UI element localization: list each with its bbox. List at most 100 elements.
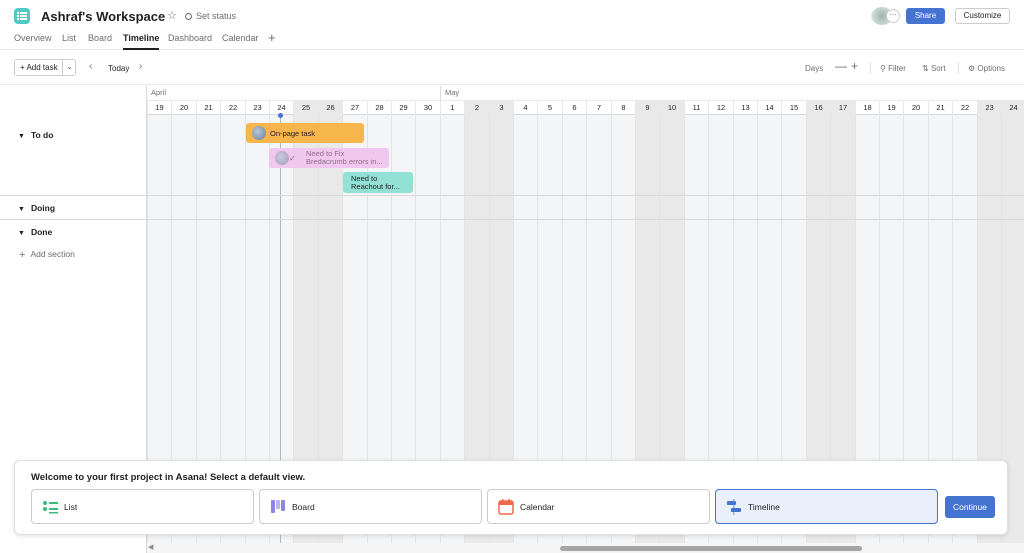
customize-button[interactable]: Customize <box>955 8 1010 24</box>
project-title[interactable]: Ashraf's Workspace <box>41 9 165 24</box>
timeline-toolbar: + Add task ⌄ ‹ Today › Days — + ⚲ Filter… <box>0 51 1024 85</box>
tab-board[interactable]: Board <box>88 33 112 50</box>
filter-button[interactable]: ⚲ Filter <box>880 64 906 73</box>
add-tab-plus-icon[interactable]: + <box>268 30 276 45</box>
day-header-cell: 5 <box>537 101 562 115</box>
view-option-calendar[interactable]: Calendar <box>487 489 710 524</box>
view-option-list[interactable]: List <box>31 489 254 524</box>
tab-list[interactable]: List <box>62 33 76 50</box>
add-section-button[interactable]: + Add section <box>19 249 75 261</box>
day-header-cell: 19 <box>147 101 171 115</box>
triangle-down-icon[interactable]: ▼ <box>18 133 25 140</box>
day-header-cell: 16 <box>806 101 830 115</box>
welcome-panel: Welcome to your first project in Asana! … <box>14 460 1008 535</box>
add-task-button[interactable]: + Add task ⌄ <box>14 59 76 76</box>
calendar-icon <box>498 499 514 515</box>
today-button[interactable]: Today <box>108 64 129 73</box>
day-header-cell: 20 <box>171 101 196 115</box>
sort-icon: ⇅ <box>922 64 931 73</box>
day-header-cell: 8 <box>611 101 635 115</box>
day-header-cell: 21 <box>928 101 952 115</box>
day-header-cell: 23 <box>245 101 269 115</box>
view-option-timeline[interactable]: Timeline <box>715 489 938 524</box>
customize-label: Customize <box>963 11 1002 20</box>
section-label: To do <box>30 130 54 140</box>
app-window: Ashraf's Workspace ⌄ ☆ Set status Overvi… <box>0 0 1024 553</box>
zoom-in-icon[interactable]: + <box>851 59 858 73</box>
day-header-cell: 29 <box>391 101 415 115</box>
day-header-cell: 23 <box>977 101 1001 115</box>
day-header-cell: 9 <box>635 101 659 115</box>
view-option-board[interactable]: Board <box>259 489 482 524</box>
share-button[interactable]: Share <box>906 8 945 24</box>
day-header-cell: 1 <box>440 101 464 115</box>
day-header-cell: 11 <box>684 101 708 115</box>
horizontal-scrollbar[interactable]: ◀ <box>147 543 1024 553</box>
zoom-out-icon[interactable]: — <box>835 59 847 73</box>
section-label: Done <box>30 227 53 237</box>
divider <box>870 62 871 74</box>
zoom-level-days[interactable]: Days <box>805 64 823 73</box>
task-name-line: Reachout for... <box>351 182 400 191</box>
sort-button[interactable]: ⇅ Sort <box>922 64 946 73</box>
day-header-cell: 25 <box>293 101 318 115</box>
day-header-cell: 12 <box>708 101 733 115</box>
more-options-icon[interactable]: ··· <box>886 9 900 23</box>
day-header-cell: 26 <box>318 101 342 115</box>
day-header-cell: 2 <box>464 101 489 115</box>
day-header-cell: 21 <box>196 101 220 115</box>
triangle-down-icon[interactable]: ▼ <box>18 206 25 213</box>
day-header-cell: 22 <box>220 101 245 115</box>
sort-label: Sort <box>930 64 946 73</box>
tab-calendar[interactable]: Calendar <box>222 33 259 50</box>
section-done[interactable]: ▼ Done <box>18 227 52 237</box>
tab-timeline[interactable]: Timeline <box>123 33 160 50</box>
project-header: Ashraf's Workspace ⌄ ☆ Set status Overvi… <box>0 0 1024 50</box>
avatar <box>275 151 289 165</box>
task-bar[interactable]: ✓ Need to Fix Bredacrumb errors in... <box>269 148 389 168</box>
view-option-label: Board <box>292 502 315 512</box>
day-header-cell: 7 <box>586 101 611 115</box>
day-header-cell: 3 <box>489 101 513 115</box>
star-icon[interactable]: ☆ <box>167 9 177 22</box>
timeline-icon <box>727 499 741 515</box>
day-header-cell: 28 <box>367 101 391 115</box>
options-button[interactable]: ⚙ Options <box>968 64 1005 73</box>
chevron-left-icon[interactable]: ‹ <box>89 61 92 72</box>
month-row: April May <box>147 86 1024 100</box>
plus-icon: + <box>19 249 26 261</box>
section-doing[interactable]: ▼ Doing <box>18 203 55 213</box>
day-header-cell: 24 <box>1001 101 1024 115</box>
divider <box>958 62 959 74</box>
scroll-left-icon[interactable]: ◀ <box>148 543 153 551</box>
avatar <box>252 126 266 140</box>
day-header-cell: 27 <box>342 101 367 115</box>
view-option-label: Calendar <box>520 502 555 512</box>
add-section-label: Add section <box>30 249 75 259</box>
chevron-down-icon[interactable]: ⌄ <box>156 11 164 22</box>
chevron-right-icon[interactable]: › <box>139 61 142 72</box>
chevron-down-icon[interactable]: ⌄ <box>62 60 76 75</box>
task-name: Need to Reachout for... <box>351 175 400 191</box>
today-marker <box>278 113 283 118</box>
day-header-cell: 17 <box>830 101 855 115</box>
options-icon: ⚙ <box>968 64 978 73</box>
task-bar[interactable]: Need to Reachout for... <box>343 172 413 193</box>
list-icon <box>43 501 58 514</box>
day-header-cell: 13 <box>733 101 757 115</box>
section-divider <box>0 219 1024 220</box>
task-bar[interactable]: On-page task <box>246 123 364 143</box>
section-todo[interactable]: ▼ To do <box>18 130 53 140</box>
set-status-button[interactable]: Set status <box>185 11 236 21</box>
triangle-down-icon[interactable]: ▼ <box>18 230 25 237</box>
scrollbar-thumb[interactable] <box>560 546 862 551</box>
task-name-line: Bredacrumb errors in... <box>306 157 383 166</box>
tab-overview[interactable]: Overview <box>14 33 52 50</box>
continue-button[interactable]: Continue <box>945 496 995 518</box>
filter-label: Filter <box>888 64 906 73</box>
day-header-cell: 19 <box>879 101 903 115</box>
set-status-label: Set status <box>196 11 237 21</box>
tab-dashboard[interactable]: Dashboard <box>168 33 212 50</box>
task-name: Need to Fix Bredacrumb errors in... <box>306 150 383 166</box>
month-label: April <box>151 88 167 97</box>
